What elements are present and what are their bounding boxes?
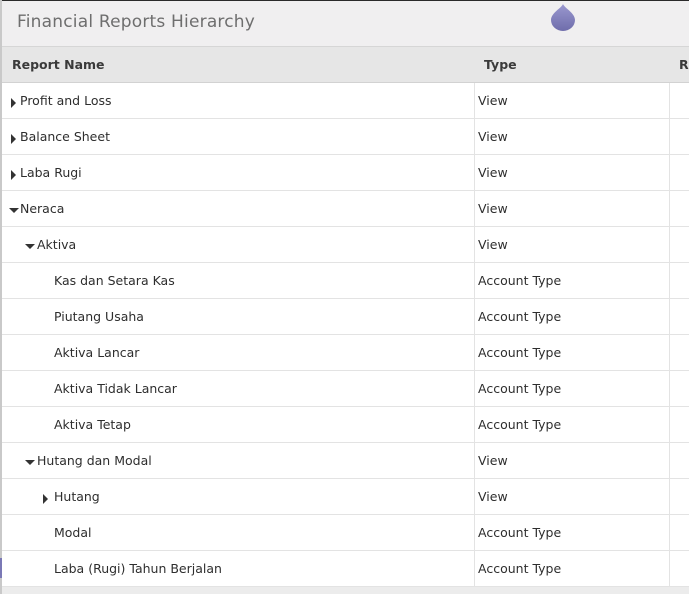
table-row[interactable]: Kas dan Setara Kas Account Type — [2, 263, 689, 299]
report-type-cell: Account Type — [478, 309, 562, 324]
table-row[interactable]: Aktiva Tetap Account Type — [2, 407, 689, 443]
report-name-cell: Hutang dan Modal — [37, 453, 152, 468]
column-divider — [669, 407, 670, 443]
report-type-cell: Account Type — [478, 345, 562, 360]
report-type-cell: View — [478, 129, 508, 144]
report-type-cell: View — [478, 93, 508, 108]
table-row[interactable]: Piutang Usaha Account Type — [2, 299, 689, 335]
column-divider — [669, 551, 670, 587]
report-name-cell: Aktiva Tetap — [54, 417, 131, 432]
column-divider — [669, 227, 670, 263]
report-type-cell: Account Type — [478, 381, 562, 396]
report-name-cell: Kas dan Setara Kas — [54, 273, 175, 288]
table-row[interactable]: Hutang View — [2, 479, 689, 515]
column-divider — [669, 371, 670, 407]
report-name-cell: Aktiva Lancar — [54, 345, 140, 360]
table-footer — [2, 587, 689, 594]
column-divider — [669, 263, 670, 299]
report-name-cell: Aktiva — [37, 237, 77, 252]
column-divider — [669, 299, 670, 335]
table-row[interactable]: Balance Sheet View — [2, 119, 689, 155]
caret-right-icon[interactable] — [8, 166, 20, 180]
column-divider — [474, 335, 475, 371]
drop-handle-icon[interactable] — [550, 4, 576, 31]
report-type-cell: Account Type — [478, 561, 562, 576]
column-divider — [474, 479, 475, 515]
column-header-report-name[interactable]: Report Name — [12, 57, 105, 72]
report-type-cell: View — [478, 237, 508, 252]
table-row[interactable]: Neraca View — [2, 191, 689, 227]
report-type-cell: Account Type — [478, 525, 562, 540]
column-divider — [474, 263, 475, 299]
report-name-cell: Modal — [54, 525, 92, 540]
column-divider — [474, 155, 475, 191]
report-type-cell: Account Type — [478, 273, 562, 288]
report-name-cell: Laba (Rugi) Tahun Berjalan — [54, 561, 222, 576]
table-row[interactable]: Aktiva Tidak Lancar Account Type — [2, 371, 689, 407]
report-name-cell: Aktiva Tidak Lancar — [54, 381, 177, 396]
report-tree-table: Profit and Loss View Balance Sheet View Laba… — [2, 83, 689, 587]
column-divider — [669, 443, 670, 479]
table-row[interactable]: Profit and Loss View — [2, 83, 689, 119]
report-type-cell: Account Type — [478, 417, 562, 432]
title-bar: Financial Reports Hierarchy — [2, 0, 689, 47]
table-row[interactable]: Aktiva Lancar Account Type — [2, 335, 689, 371]
column-divider — [474, 119, 475, 155]
report-name-cell: Laba Rugi — [20, 165, 82, 180]
table-row[interactable]: Aktiva View — [2, 227, 689, 263]
column-divider — [474, 227, 475, 263]
table-row[interactable]: Laba Rugi View — [2, 155, 689, 191]
report-type-cell: View — [478, 453, 508, 468]
report-type-cell: View — [478, 165, 508, 180]
report-name-cell: Piutang Usaha — [54, 309, 144, 324]
report-type-cell: View — [478, 201, 508, 216]
table-row[interactable]: Hutang dan Modal View — [2, 443, 689, 479]
table-row[interactable]: Modal Account Type — [2, 515, 689, 551]
column-divider — [669, 155, 670, 191]
column-divider — [474, 191, 475, 227]
column-divider — [474, 371, 475, 407]
column-divider — [474, 407, 475, 443]
window-title: Financial Reports Hierarchy — [17, 12, 256, 32]
table-header: Report Name Type Re — [2, 47, 689, 83]
column-divider — [669, 335, 670, 371]
caret-right-icon[interactable] — [40, 490, 52, 504]
column-divider — [474, 83, 475, 119]
caret-down-icon[interactable] — [24, 238, 36, 250]
column-divider — [669, 83, 670, 119]
column-header-truncated[interactable]: Re — [679, 57, 689, 72]
column-divider — [474, 551, 475, 587]
report-name-cell: Neraca — [20, 201, 65, 216]
report-type-cell: View — [478, 489, 508, 504]
caret-down-icon[interactable] — [24, 454, 36, 466]
report-name-cell: Hutang — [54, 489, 100, 504]
table-row[interactable]: Laba (Rugi) Tahun Berjalan Account Type — [2, 551, 689, 587]
column-divider — [669, 479, 670, 515]
report-name-cell: Profit and Loss — [20, 93, 112, 108]
caret-right-icon[interactable] — [8, 130, 20, 144]
column-divider — [474, 515, 475, 551]
column-divider — [474, 299, 475, 335]
column-divider — [474, 443, 475, 479]
column-divider — [669, 515, 670, 551]
column-divider — [669, 191, 670, 227]
caret-down-icon[interactable] — [8, 202, 20, 214]
financial-reports-window: Financial Reports Hierarchy Report Name … — [0, 0, 689, 594]
caret-right-icon[interactable] — [8, 94, 20, 108]
column-header-type[interactable]: Type — [484, 57, 517, 72]
report-name-cell: Balance Sheet — [20, 129, 110, 144]
column-divider — [669, 119, 670, 155]
